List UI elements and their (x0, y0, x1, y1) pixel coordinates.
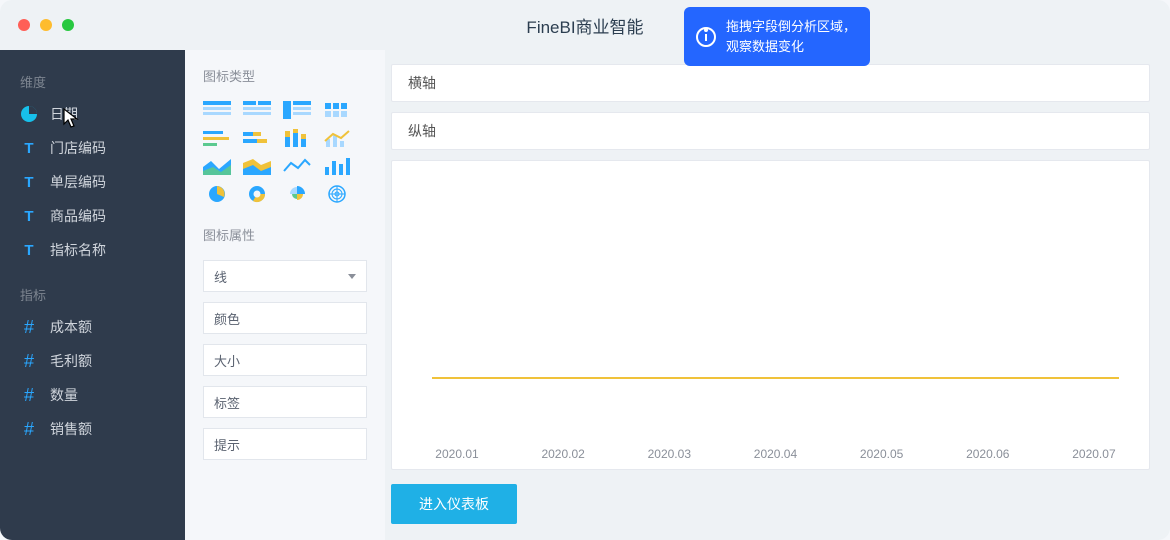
hint-line2: 观察数据变化 (726, 39, 804, 54)
x-tick: 2020.07 (1069, 447, 1119, 461)
number-icon: # (20, 318, 38, 336)
number-icon: # (20, 352, 38, 370)
text-icon: T (20, 241, 38, 259)
chart-type-stacked-icon[interactable] (283, 129, 311, 147)
chart-type-radar-icon[interactable] (323, 185, 351, 203)
metrics-heading: 指标 (0, 277, 185, 310)
sidebar-item-floor-code[interactable]: T 单层编码 (0, 165, 185, 199)
sidebar-item-label: 数量 (50, 385, 78, 405)
x-tick: 2020.02 (538, 447, 588, 461)
dimensions-heading: 维度 (0, 64, 185, 97)
axis-container: 横轴 拖拽字段倒分析区域， 观察数据变化 (391, 64, 1150, 102)
x-tick: 2020.06 (963, 447, 1013, 461)
sidebar-item-label: 成本额 (50, 317, 92, 337)
chart-type-stackedarea-icon[interactable] (243, 157, 271, 175)
text-icon: T (20, 173, 38, 191)
field-sidebar: 维度 日期 T 门店编码 T 单层编码 T 商品编码 T 指标名称 (0, 50, 185, 540)
chart-type-kpi-icon[interactable] (323, 101, 351, 119)
sidebar-item-label: 销售额 (50, 419, 92, 439)
chart-type-crosstable-icon[interactable] (283, 101, 311, 119)
sidebar-item-label: 指标名称 (50, 240, 106, 260)
minimize-window-button[interactable] (40, 19, 52, 31)
sidebar-item-sales[interactable]: # 销售额 (0, 412, 185, 446)
chart-type-donut-icon[interactable] (243, 185, 271, 203)
x-axis-label: 横轴 (408, 73, 436, 93)
chart-type-hstacked-icon[interactable] (243, 129, 271, 147)
y-axis-dropzone[interactable]: 纵轴 (391, 112, 1150, 150)
sidebar-item-date[interactable]: 日期 (0, 97, 185, 131)
property-color[interactable]: 颜色 (203, 302, 367, 334)
x-tick: 2020.04 (750, 447, 800, 461)
sidebar-item-cost[interactable]: # 成本额 (0, 310, 185, 344)
number-icon: # (20, 420, 38, 438)
close-window-button[interactable] (18, 19, 30, 31)
chart-type-bar-icon[interactable] (323, 157, 351, 175)
property-label[interactable]: 标签 (203, 386, 367, 418)
chart-properties-heading: 图标属性 (203, 225, 367, 244)
chart-type-heading: 图标类型 (203, 66, 367, 85)
x-tick: 2020.03 (644, 447, 694, 461)
window-controls (18, 19, 74, 31)
chart-type-line-icon[interactable] (283, 157, 311, 175)
sidebar-item-label: 商品编码 (50, 206, 106, 226)
chart-plot (432, 191, 1119, 439)
clock-icon (20, 105, 38, 123)
property-size[interactable]: 大小 (203, 344, 367, 376)
sidebar-item-quantity[interactable]: # 数量 (0, 378, 185, 412)
chart-x-labels: 2020.01 2020.02 2020.03 2020.04 2020.05 … (432, 447, 1119, 461)
x-tick: 2020.01 (432, 447, 482, 461)
sidebar-item-metric-name[interactable]: T 指标名称 (0, 233, 185, 267)
sidebar-item-profit[interactable]: # 毛利额 (0, 344, 185, 378)
sidebar-item-store-code[interactable]: T 门店编码 (0, 131, 185, 165)
chart-preview: 2020.01 2020.02 2020.03 2020.04 2020.05 … (391, 160, 1150, 470)
sidebar-item-label: 单层编码 (50, 172, 106, 192)
sidebar-item-label: 日期 (50, 104, 78, 124)
chart-type-grid (203, 101, 367, 203)
config-panel: 图标类型 图标属性 线 (185, 50, 385, 540)
chart-series-line (432, 377, 1119, 379)
x-axis-dropzone[interactable]: 横轴 (391, 64, 1150, 102)
chart-type-rose-icon[interactable] (283, 185, 311, 203)
title-bar: FineBI商业智能 (0, 0, 1170, 50)
maximize-window-button[interactable] (62, 19, 74, 31)
text-icon: T (20, 207, 38, 225)
main-canvas: 横轴 拖拽字段倒分析区域， 观察数据变化 纵轴 2020.01 2020.02 (385, 50, 1170, 540)
app-title: FineBI商业智能 (526, 13, 643, 38)
sidebar-item-label: 门店编码 (50, 138, 106, 158)
chart-type-combo-icon[interactable] (323, 129, 351, 147)
enter-dashboard-button[interactable]: 进入仪表板 (391, 484, 517, 524)
lightbulb-icon (696, 27, 716, 47)
chart-shape-value: 线 (214, 267, 227, 286)
chart-shape-select[interactable]: 线 (203, 260, 367, 292)
hint-tooltip: 拖拽字段倒分析区域， 观察数据变化 (684, 7, 870, 66)
y-axis-label: 纵轴 (408, 121, 436, 141)
chart-type-pie-icon[interactable] (203, 185, 231, 203)
property-tooltip[interactable]: 提示 (203, 428, 367, 460)
chart-type-area-icon[interactable] (203, 157, 231, 175)
chart-type-grouptable-icon[interactable] (243, 101, 271, 119)
number-icon: # (20, 386, 38, 404)
chart-type-table-icon[interactable] (203, 101, 231, 119)
hint-line1: 拖拽字段倒分析区域， (726, 19, 856, 34)
text-icon: T (20, 139, 38, 157)
sidebar-item-label: 毛利额 (50, 351, 92, 371)
x-tick: 2020.05 (857, 447, 907, 461)
chart-type-hbar-icon[interactable] (203, 129, 231, 147)
sidebar-item-product-code[interactable]: T 商品编码 (0, 199, 185, 233)
